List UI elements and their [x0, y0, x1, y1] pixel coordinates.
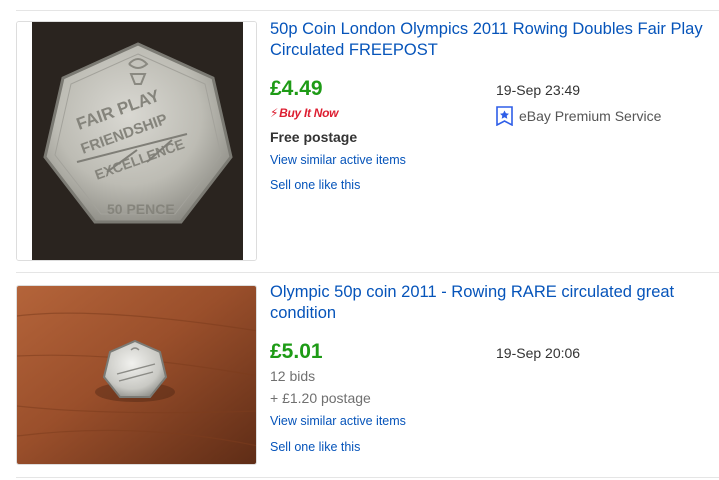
listing-title[interactable]: Olympic 50p coin 2011 - Rowing RARE circ… [270, 282, 715, 324]
listing-thumbnail[interactable]: FAIR PLAY FRIENDSHIP EXCELLENCE 50 PENCE [16, 21, 257, 261]
listing-divider [16, 477, 719, 478]
sell-one-link[interactable]: Sell one like this [270, 178, 360, 192]
top-divider [16, 10, 719, 11]
coin-photo [17, 286, 256, 464]
coin-denomination: 50 PENCE [107, 201, 175, 217]
premium-service: eBay Premium Service [496, 106, 661, 126]
listing-price: £4.49 [270, 77, 323, 100]
postage-info: + £1.20 postage [270, 390, 371, 406]
premium-service-label: eBay Premium Service [519, 108, 662, 124]
premium-service-ribbon-icon [496, 106, 513, 126]
listing-date: 19-Sep 23:49 [496, 82, 581, 98]
sell-one-link[interactable]: Sell one like this [270, 440, 360, 454]
buy-it-now-bolt-icon: ⚡ [270, 106, 279, 120]
postage-info: Free postage [270, 129, 358, 145]
listing-divider [16, 272, 719, 273]
listing-title[interactable]: 50p Coin London Olympics 2011 Rowing Dou… [270, 19, 715, 61]
view-similar-link[interactable]: View similar active items [270, 414, 406, 428]
bid-count: 12 bids [270, 368, 316, 384]
listing-thumbnail[interactable] [16, 285, 257, 465]
buy-it-now-label: Buy It Now [279, 106, 339, 120]
view-similar-link[interactable]: View similar active items [270, 153, 406, 167]
listing-date: 19-Sep 20:06 [496, 345, 581, 361]
listing-price: £5.01 [270, 340, 323, 363]
coin-photo: FAIR PLAY FRIENDSHIP EXCELLENCE 50 PENCE [17, 22, 256, 260]
buy-it-now-badge: ⚡Buy It Now [270, 106, 338, 120]
